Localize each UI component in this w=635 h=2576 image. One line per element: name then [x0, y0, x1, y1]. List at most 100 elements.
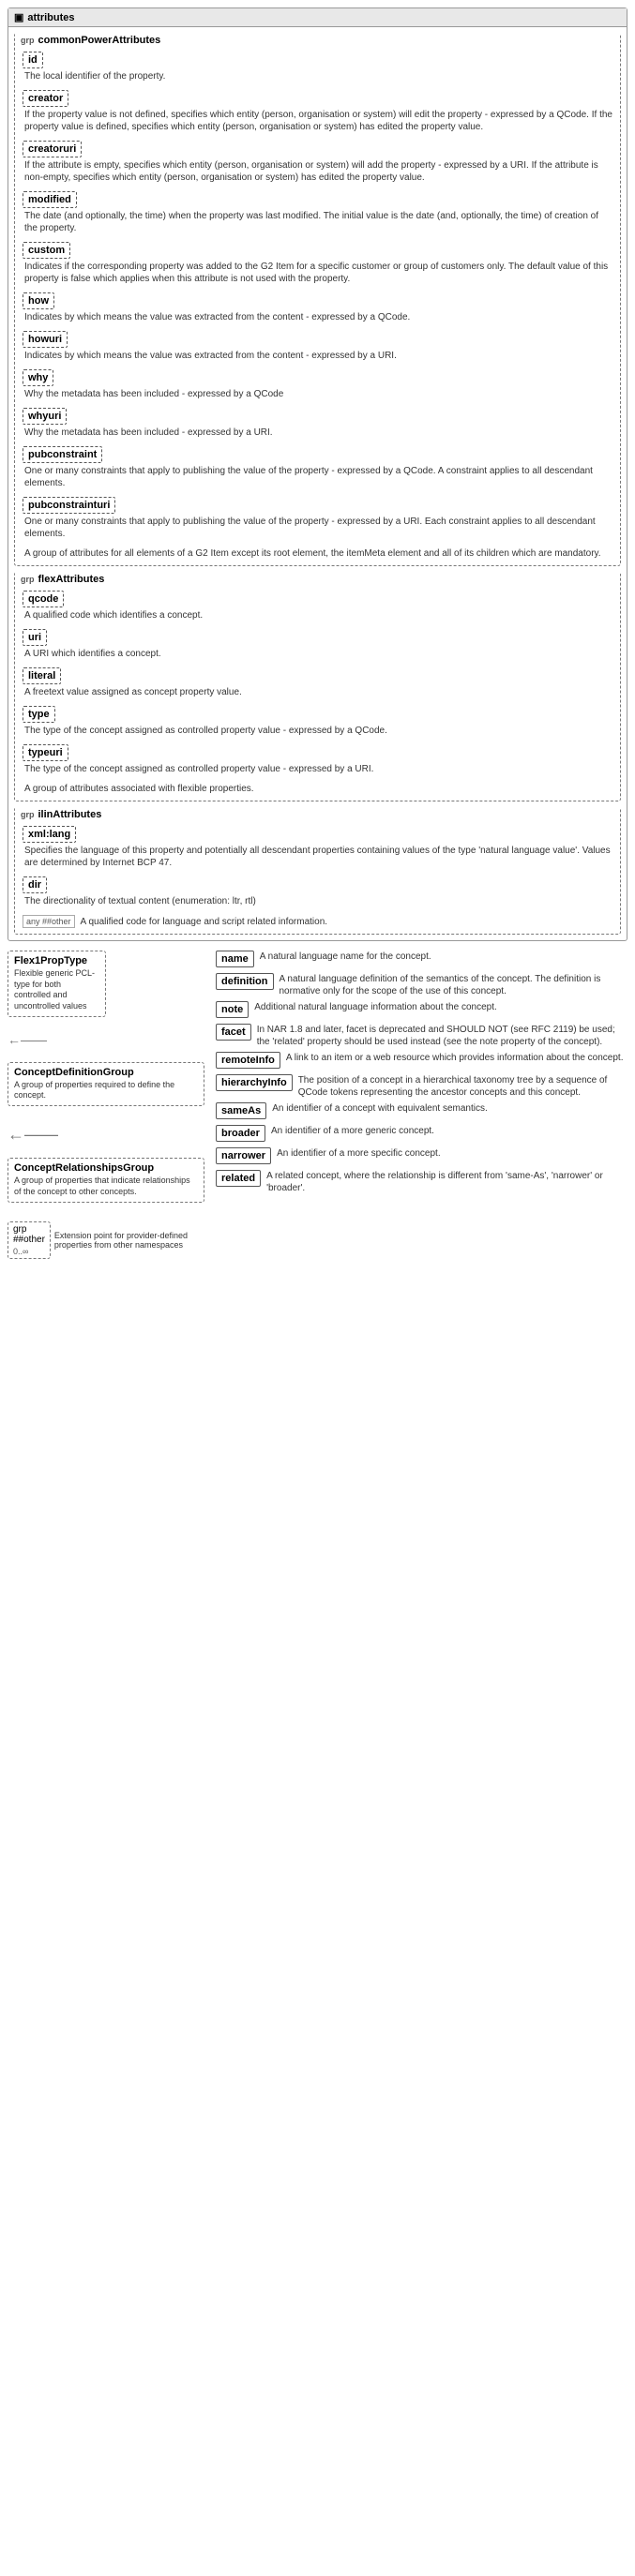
flex-note: A group of attributes associated with fl… — [23, 783, 612, 795]
right-facet-box: facet — [216, 1024, 251, 1041]
pubconstraint-note: A group of attributes for all elements o… — [23, 547, 612, 560]
right-related-box: related — [216, 1170, 261, 1187]
property-creator-name: creator — [23, 90, 68, 107]
right-hierarchyinfo-box: hierarchyInfo — [216, 1074, 293, 1091]
bottom-left: Flex1PropType Flexible generic PCL-type … — [8, 951, 204, 1259]
right-narrower-box: narrower — [216, 1147, 271, 1164]
right-facet-desc: In NAR 1.8 and later, facet is deprecate… — [257, 1024, 627, 1048]
attributes-box: ▣ attributes grp commonPowerAttributes i… — [8, 7, 627, 941]
property-id-name: id — [23, 52, 43, 68]
seq-arrow: ←—— — [8, 1125, 58, 1145]
property-pubconstrainturi: pubconstrainturi One or many constraints… — [23, 497, 612, 540]
property-literal-desc: A freetext value assigned as concept pro… — [23, 686, 612, 698]
common-group-label: commonPowerAttributes — [38, 35, 161, 46]
property-whyuri-name: whyuri — [23, 408, 67, 425]
property-how: how Indicates by which means the value w… — [23, 292, 612, 323]
property-custom: custom Indicates if the corresponding pr… — [23, 242, 612, 285]
right-sameas-box: sameAs — [216, 1102, 266, 1119]
property-modified: modified The date (and optionally, the t… — [23, 191, 612, 234]
right-prop-hierarchyinfo-row: hierarchyInfo The position of a concept … — [216, 1074, 627, 1099]
ilin-grp-icon: grp — [21, 810, 35, 819]
property-modified-name: modified — [23, 191, 77, 208]
concept-rel-group-desc: A group of properties that indicate rela… — [14, 1176, 198, 1197]
property-xmllang-name: xml:lang — [23, 826, 76, 843]
right-note-desc: Additional natural language information … — [254, 1001, 497, 1013]
property-type-desc: The type of the concept assigned as cont… — [23, 725, 612, 737]
property-creatoruri: creatoruri If the attribute is empty, sp… — [23, 141, 612, 184]
ilin-group-title: grp ilinAttributes — [15, 807, 620, 822]
grp-any-other-label: grp ##other — [13, 1224, 45, 1245]
right-prop-facet-row: facet In NAR 1.8 and later, facet is dep… — [216, 1024, 627, 1048]
connector-area: ←—— — [8, 1032, 204, 1047]
property-how-desc: Indicates by which means the value was e… — [23, 311, 612, 323]
property-typeuri-desc: The type of the concept assigned as cont… — [23, 763, 612, 775]
property-custom-name: custom — [23, 242, 70, 259]
right-broader-desc: An identifier of a more generic concept. — [271, 1125, 434, 1137]
ilin-group-content: xml:lang Specifies the language of this … — [15, 822, 620, 934]
flex1-prop-type-box: Flex1PropType Flexible generic PCL-type … — [8, 951, 106, 1017]
property-typeuri: typeuri The type of the concept assigned… — [23, 744, 612, 775]
right-note-box: note — [216, 1001, 249, 1018]
property-qcode-name: qcode — [23, 591, 64, 607]
property-creatoruri-desc: If the attribute is empty, specifies whi… — [23, 159, 612, 184]
property-howuri-desc: Indicates by which means the value was e… — [23, 350, 612, 362]
property-modified-desc: The date (and optionally, the time) when… — [23, 210, 612, 234]
right-prop-remoteinfo-row: remoteInfo A link to an item or a web re… — [216, 1052, 627, 1071]
attributes-title: ▣ attributes — [8, 8, 627, 27]
grp-icon: grp — [21, 36, 35, 45]
right-name-desc: A natural language name for the concept. — [260, 951, 431, 963]
ilin-note: A qualified code for language and script… — [79, 916, 328, 928]
property-why-name: why — [23, 369, 53, 386]
property-why-desc: Why the metadata has been included - exp… — [23, 388, 612, 400]
flex-group-label: flexAttributes — [38, 574, 105, 585]
property-dir-name: dir — [23, 876, 47, 893]
flex-group-content: qcode A qualified code which identifies … — [15, 587, 620, 801]
property-dir-desc: The directionality of textual content (e… — [23, 895, 612, 907]
property-uri-desc: A URI which identifies a concept. — [23, 648, 612, 660]
property-literal: literal A freetext value assigned as con… — [23, 667, 612, 698]
attributes-icon: ▣ — [14, 11, 23, 23]
right-broader-box: broader — [216, 1125, 265, 1142]
right-prop-note-row: note Additional natural language informa… — [216, 1001, 627, 1020]
ilin-attributes-group: grp ilinAttributes xml:lang Specifies th… — [14, 807, 621, 935]
property-pubconstrainturi-name: pubconstrainturi — [23, 497, 115, 514]
property-custom-desc: Indicates if the corresponding property … — [23, 261, 612, 285]
property-uri: uri A URI which identifies a concept. — [23, 629, 612, 660]
connector-arrow: ←—— — [8, 1032, 47, 1047]
property-pubconstraint-name: pubconstraint — [23, 446, 102, 463]
concept-def-group-title: ConceptDefinitionGroup — [14, 1067, 198, 1078]
right-prop-sameas-row: sameAs An identifier of a concept with e… — [216, 1102, 627, 1121]
concept-rel-group-title: ConceptRelationshipsGroup — [14, 1162, 198, 1174]
any-other-badge: any ##other — [23, 915, 75, 928]
concept-def-group-box: ConceptDefinitionGroup A group of proper… — [8, 1062, 204, 1106]
right-definition-desc: A natural language definition of the sem… — [280, 973, 628, 997]
property-how-name: how — [23, 292, 54, 309]
flex-grp-icon: grp — [21, 575, 35, 584]
common-power-group-title: grp commonPowerAttributes — [15, 33, 620, 48]
property-qcode: qcode A qualified code which identifies … — [23, 591, 612, 622]
grp-any-other-box: grp ##other 0..∞ — [8, 1221, 51, 1259]
right-prop-definition-row: definition A natural language definition… — [216, 973, 627, 997]
property-type: type The type of the concept assigned as… — [23, 706, 612, 737]
property-typeuri-name: typeuri — [23, 744, 68, 761]
property-creatoruri-name: creatoruri — [23, 141, 82, 157]
right-sameas-desc: An identifier of a concept with equivale… — [272, 1102, 488, 1115]
common-power-attributes-group: grp commonPowerAttributes id The local i… — [14, 33, 621, 566]
property-whyuri-desc: Why the metadata has been included - exp… — [23, 427, 612, 439]
property-xmllang-desc: Specifies the language of this property … — [23, 845, 612, 869]
property-dir: dir The directionality of textual conten… — [23, 876, 612, 907]
flex1-prop-desc: Flexible generic PCL-type for both contr… — [14, 968, 99, 1012]
property-literal-name: literal — [23, 667, 61, 684]
property-qcode-desc: A qualified code which identifies a conc… — [23, 609, 612, 622]
property-type-name: type — [23, 706, 55, 723]
right-definition-box: definition — [216, 973, 274, 990]
right-remoteinfo-desc: A link to an item or a web resource whic… — [286, 1052, 624, 1064]
seq-connector: ←—— — [8, 1125, 204, 1145]
right-prop-broader-row: broader An identifier of a more generic … — [216, 1125, 627, 1144]
page-container: ▣ attributes grp commonPowerAttributes i… — [0, 0, 635, 1266]
flex-group-title: grp flexAttributes — [15, 572, 620, 587]
right-prop-narrower-row: narrower An identifier of a more specifi… — [216, 1147, 627, 1166]
property-uri-name: uri — [23, 629, 47, 646]
flex-attributes-group: grp flexAttributes qcode A qualified cod… — [14, 572, 621, 801]
ilin-group-label: ilinAttributes — [38, 809, 102, 820]
